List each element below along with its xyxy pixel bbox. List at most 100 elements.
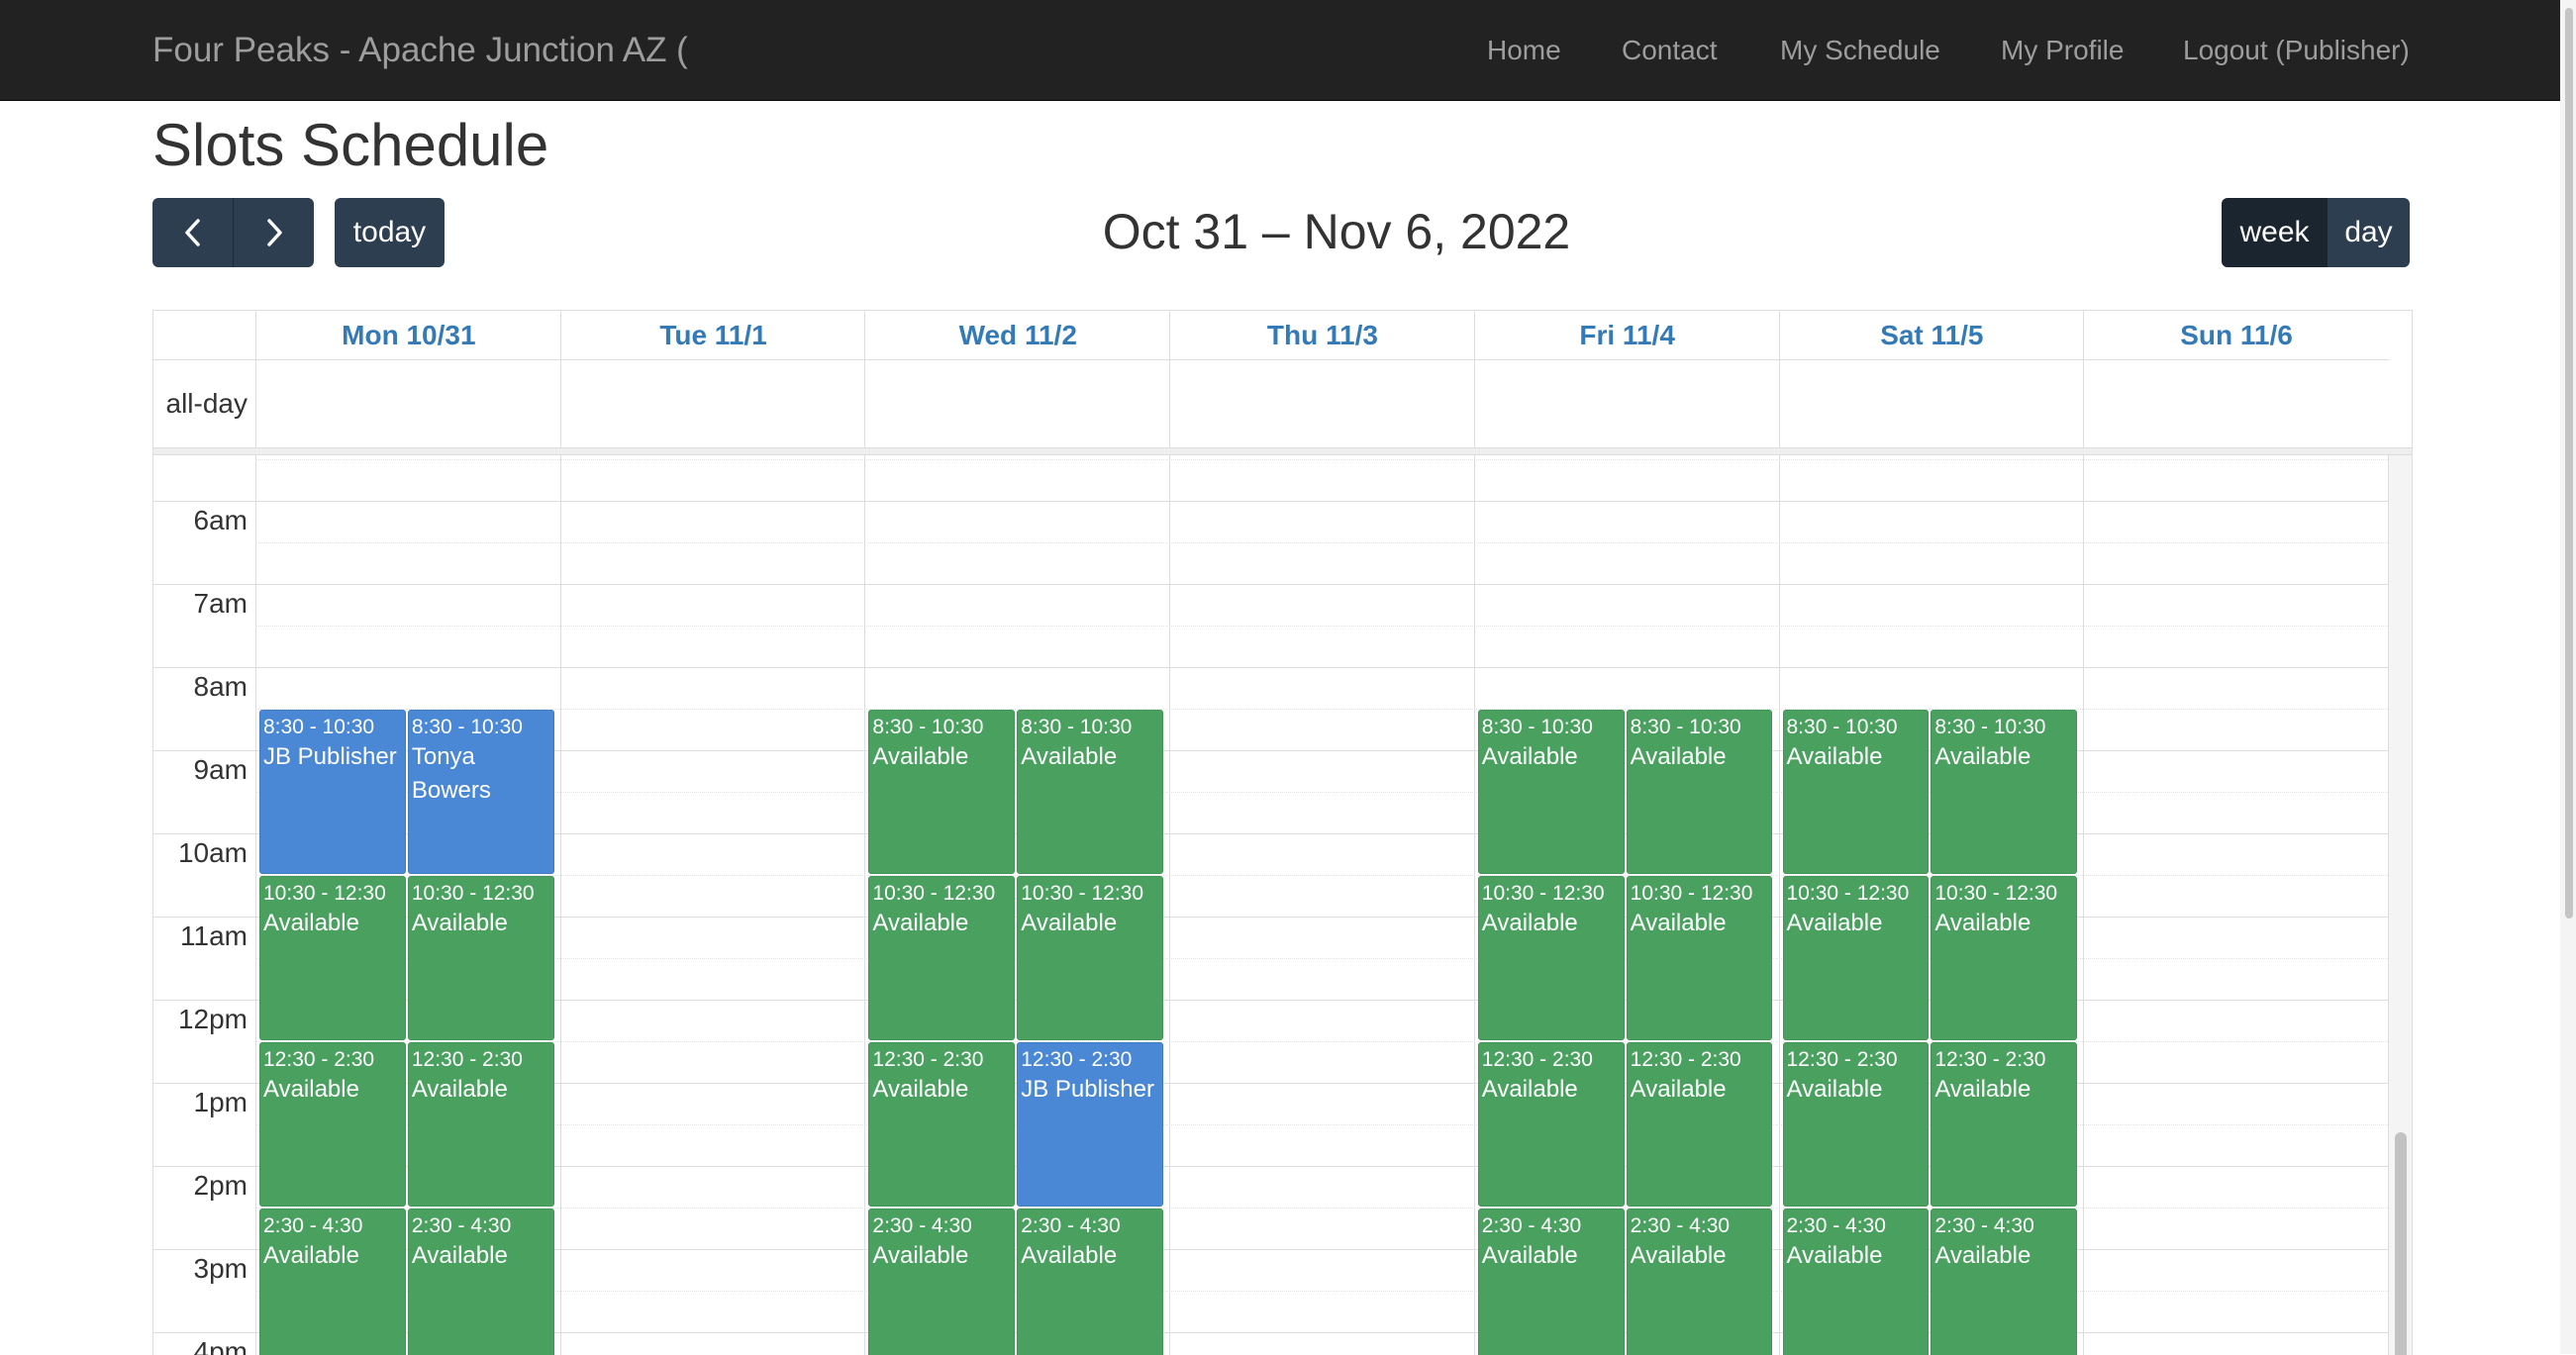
event-title: Available (872, 743, 969, 770)
available-slot-event[interactable]: 2:30 - 4:30 Available (868, 1209, 1016, 1355)
event-time: 8:30 - 10:30 (1021, 716, 1133, 738)
allday-cell[interactable] (1778, 360, 2085, 447)
event-title: Available (263, 910, 359, 936)
day-view-button[interactable]: day (2328, 198, 2410, 267)
nav-logout-link[interactable]: Logout (Publisher) (2183, 0, 2410, 100)
available-slot-event[interactable]: 2:30 - 4:30 Available (1782, 1209, 1930, 1355)
available-slot-event[interactable]: 10:30 - 12:30 Available (259, 876, 406, 1040)
event-title: Available (1481, 1076, 1578, 1103)
axis-hour-line (153, 584, 255, 585)
time-label: 11am (180, 920, 248, 951)
half-hour-line (255, 626, 2388, 627)
nav-home-link[interactable]: Home (1487, 0, 1561, 100)
available-slot-event[interactable]: 10:30 - 12:30 Available (407, 876, 554, 1040)
available-slot-event[interactable]: 10:30 - 12:30 Available (1782, 876, 1930, 1040)
event-title: Available (1786, 1076, 1883, 1103)
available-slot-event[interactable]: 8:30 - 10:30 Available (1017, 710, 1164, 874)
available-slot-event[interactable]: 8:30 - 10:30 Available (1626, 710, 1773, 874)
available-slot-event[interactable]: 12:30 - 2:30 Available (868, 1042, 1016, 1207)
event-title: Available (1786, 910, 1883, 936)
day-column-divider (2083, 455, 2085, 1355)
allday-cell[interactable] (2083, 360, 2389, 447)
event-time: 8:30 - 10:30 (872, 716, 984, 738)
event-time: 12:30 - 2:30 (263, 1048, 375, 1071)
axis-hour-line (153, 750, 255, 751)
event-title: JB Publisher (263, 743, 397, 770)
available-slot-event[interactable]: 10:30 - 12:30 Available (1477, 876, 1625, 1040)
event-time: 2:30 - 4:30 (1021, 1214, 1121, 1237)
available-slot-event[interactable]: 12:30 - 2:30 Available (1782, 1042, 1930, 1207)
brand-link[interactable]: Four Peaks - Apache Junction AZ ( (152, 0, 688, 100)
available-slot-event[interactable]: 12:30 - 2:30 Available (1931, 1042, 2078, 1207)
allday-cell[interactable] (1473, 360, 1780, 447)
prev-week-button[interactable] (152, 198, 234, 267)
day-header[interactable]: Tue 11/1 (559, 311, 866, 360)
available-slot-event[interactable]: 2:30 - 4:30 Available (1477, 1209, 1625, 1355)
event-title: Available (1786, 743, 1883, 770)
event-title: Available (1934, 743, 2031, 770)
available-slot-event[interactable]: 12:30 - 2:30 Available (259, 1042, 406, 1207)
time-label: 3pm (193, 1253, 248, 1284)
event-time: 12:30 - 2:30 (1481, 1048, 1593, 1071)
nav-contact-link[interactable]: Contact (1622, 0, 1718, 100)
day-column-divider (559, 455, 561, 1355)
view-switcher: week day (2222, 198, 2410, 267)
event-time: 12:30 - 2:30 (872, 1048, 984, 1071)
available-slot-event[interactable]: 8:30 - 10:30 Available (868, 710, 1016, 874)
event-time: 2:30 - 4:30 (1934, 1214, 2034, 1237)
booked-slot-event[interactable]: 8:30 - 10:30 JB Publisher (259, 710, 406, 874)
available-slot-event[interactable]: 2:30 - 4:30 Available (407, 1209, 554, 1355)
available-slot-event[interactable]: 10:30 - 12:30 Available (1626, 876, 1773, 1040)
event-time: 2:30 - 4:30 (263, 1214, 363, 1237)
event-time: 10:30 - 12:30 (1481, 882, 1605, 905)
day-column-divider (1778, 455, 1780, 1355)
today-button[interactable]: today (335, 198, 445, 267)
day-header[interactable]: Sat 11/5 (1778, 311, 2085, 360)
day-header[interactable]: Wed 11/2 (864, 311, 1171, 360)
available-slot-event[interactable]: 12:30 - 2:30 Available (1477, 1042, 1625, 1207)
available-slot-event[interactable]: 2:30 - 4:30 Available (1626, 1209, 1773, 1355)
time-label: 2pm (193, 1170, 248, 1201)
available-slot-event[interactable]: 2:30 - 4:30 Available (259, 1209, 406, 1355)
available-slot-event[interactable]: 10:30 - 12:30 Available (868, 876, 1016, 1040)
allday-cell[interactable] (1169, 360, 1475, 447)
allday-cell[interactable] (255, 360, 561, 447)
next-week-button[interactable] (234, 198, 314, 267)
time-label: 12pm (177, 1004, 248, 1034)
day-header[interactable]: Thu 11/3 (1169, 311, 1475, 360)
available-slot-event[interactable]: 2:30 - 4:30 Available (1017, 1209, 1164, 1355)
event-time: 2:30 - 4:30 (411, 1214, 512, 1237)
time-label: 9am (193, 754, 248, 785)
day-header[interactable]: Sun 11/6 (2083, 311, 2389, 360)
event-title: Available (1481, 1242, 1578, 1269)
booked-slot-event[interactable]: 8:30 - 10:30 Tonya Bowers (407, 710, 554, 874)
day-header[interactable]: Mon 10/31 (255, 311, 561, 360)
available-slot-event[interactable]: 12:30 - 2:30 Available (407, 1042, 554, 1207)
hour-line (255, 584, 2388, 585)
event-title: Available (1021, 743, 1118, 770)
available-slot-event[interactable]: 10:30 - 12:30 Available (1017, 876, 1164, 1040)
available-slot-event[interactable]: 2:30 - 4:30 Available (1931, 1209, 2078, 1355)
axis-hour-line (153, 1083, 255, 1084)
available-slot-event[interactable]: 10:30 - 12:30 Available (1931, 876, 2078, 1040)
calendar-scrollbar-thumb[interactable] (2395, 1132, 2407, 1355)
event-time: 12:30 - 2:30 (1934, 1048, 2046, 1071)
available-slot-event[interactable]: 8:30 - 10:30 Available (1477, 710, 1625, 874)
event-title: Available (1934, 1242, 2031, 1269)
allday-cell[interactable] (559, 360, 866, 447)
hour-line (255, 667, 2388, 668)
event-title: Tonya Bowers (411, 743, 491, 804)
nav-my-schedule-link[interactable]: My Schedule (1780, 0, 1940, 100)
day-header[interactable]: Fri 11/4 (1473, 311, 1780, 360)
week-view-button[interactable]: week (2222, 198, 2328, 267)
event-time: 8:30 - 10:30 (1481, 716, 1593, 738)
nav-my-profile-link[interactable]: My Profile (2001, 0, 2124, 100)
booked-slot-event[interactable]: 12:30 - 2:30 JB Publisher (1017, 1042, 1164, 1207)
available-slot-event[interactable]: 12:30 - 2:30 Available (1626, 1042, 1773, 1207)
available-slot-event[interactable]: 8:30 - 10:30 Available (1782, 710, 1930, 874)
event-title: Available (263, 1242, 359, 1269)
allday-cell[interactable] (864, 360, 1170, 447)
page-title: Slots Schedule (152, 112, 549, 178)
page-scrollbar-thumb[interactable] (2565, 8, 2573, 919)
available-slot-event[interactable]: 8:30 - 10:30 Available (1931, 710, 2078, 874)
